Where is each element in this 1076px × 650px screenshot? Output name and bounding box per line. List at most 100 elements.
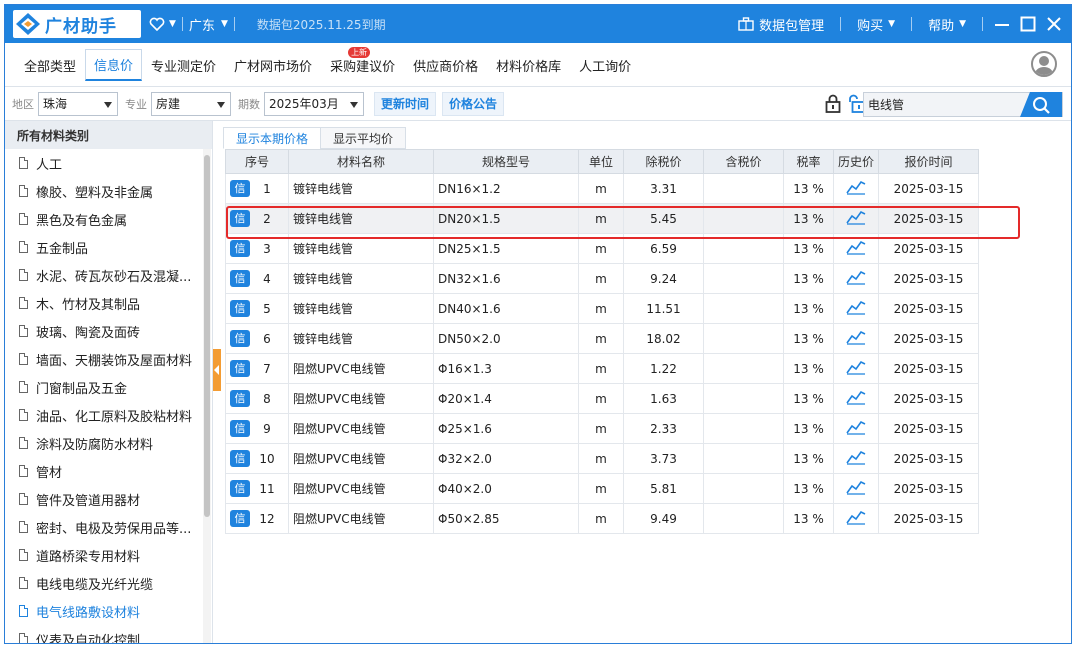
table-row[interactable]: 信 1 镀锌电线管 DN16×1.2 m 3.31 13 % 2025-03-15	[225, 173, 979, 204]
sidebar-item-category[interactable]: 道路桥梁专用材料	[5, 541, 201, 569]
buy-menu[interactable]: 购买 ▼	[847, 15, 905, 34]
row-number: 7	[263, 361, 271, 376]
sidebar-item-category[interactable]: 仪表及自动化控制	[5, 625, 201, 643]
history-price-cell[interactable]	[833, 383, 879, 414]
user-avatar[interactable]	[1031, 51, 1057, 77]
table-row[interactable]: 信 7 阻燃UPVC电线管 Φ16×1.3 m 1.22 13 % 2025-03-15	[225, 353, 979, 384]
sidebar-item-category[interactable]: 黑色及有色金属	[5, 205, 201, 233]
search-input[interactable]: 电线管	[863, 92, 1063, 117]
table-row[interactable]: 信 3 镀锌电线管 DN25×1.5 m 6.59 13 % 2025-03-15	[225, 233, 979, 264]
document-icon	[19, 605, 28, 617]
sidebar-collapse-handle[interactable]	[213, 349, 221, 391]
tab-market-price[interactable]: 广材网市场价	[225, 49, 321, 81]
line-chart-icon[interactable]	[846, 479, 866, 495]
sidebar-item-category[interactable]: 木、竹材及其制品	[5, 289, 201, 317]
tab-material-price-library[interactable]: 材料价格库	[487, 49, 570, 81]
sidebar-item-category[interactable]: 玻璃、陶瓷及面砖	[5, 317, 201, 345]
major-select[interactable]: 房建	[151, 91, 231, 116]
line-chart-icon[interactable]	[846, 389, 866, 405]
maximize-button[interactable]	[1015, 5, 1041, 43]
history-price-cell[interactable]	[833, 203, 879, 234]
column-header[interactable]: 单位	[578, 149, 624, 174]
table-row[interactable]: 信 8 阻燃UPVC电线管 Φ20×1.4 m 1.63 13 % 2025-03-15	[225, 383, 979, 414]
column-header[interactable]: 含税价	[703, 149, 784, 174]
vip-dropdown[interactable]: ▼	[149, 17, 176, 31]
column-header[interactable]: 序号	[225, 149, 289, 174]
tab-all-types[interactable]: 全部类型	[15, 49, 85, 81]
history-price-cell[interactable]	[833, 173, 879, 204]
table-row[interactable]: 信 6 镀锌电线管 DN50×2.0 m 18.02 13 % 2025-03-15	[225, 323, 979, 354]
line-chart-icon[interactable]	[846, 299, 866, 315]
line-chart-icon[interactable]	[846, 179, 866, 195]
lock-icon[interactable]	[825, 94, 841, 113]
tab-purchase-suggest-price[interactable]: 采购建议价 上新	[321, 47, 404, 81]
tab-average-price[interactable]: 显示平均价	[320, 127, 407, 149]
search-button[interactable]	[1020, 92, 1062, 117]
sidebar-scroll-thumb[interactable]	[204, 155, 210, 517]
column-header[interactable]: 税率	[783, 149, 834, 174]
table-row[interactable]: 信 11 阻燃UPVC电线管 Φ40×2.0 m 5.81 13 % 2025-03-15	[225, 473, 979, 504]
tab-labor-inquiry[interactable]: 人工询价	[570, 49, 640, 81]
sidebar-item-category[interactable]: 油品、化工原料及胶粘材料	[5, 401, 201, 429]
spec-cell: DN16×1.2	[433, 173, 579, 204]
tax-rate-cell: 13 %	[783, 323, 834, 354]
period-select[interactable]: 2025年03月	[264, 91, 364, 116]
help-menu[interactable]: 帮助 ▼	[918, 15, 976, 34]
history-price-cell[interactable]	[833, 443, 879, 474]
history-price-cell[interactable]	[833, 263, 879, 294]
sidebar-item-category[interactable]: 墙面、天棚装饰及屋面材料	[5, 345, 201, 373]
history-price-cell[interactable]	[833, 293, 879, 324]
history-price-cell[interactable]	[833, 233, 879, 264]
column-header[interactable]: 历史价	[833, 149, 879, 174]
sidebar-item-category[interactable]: 水泥、砖瓦灰砂石及混凝...	[5, 261, 201, 289]
line-chart-icon[interactable]	[846, 419, 866, 435]
line-chart-icon[interactable]	[846, 449, 866, 465]
minimize-button[interactable]	[989, 5, 1015, 43]
region-select[interactable]: 珠海	[38, 91, 118, 116]
column-header[interactable]: 除税价	[623, 149, 704, 174]
history-price-cell[interactable]	[833, 323, 879, 354]
sidebar-item-category[interactable]: 密封、电极及劳保用品等...	[5, 513, 201, 541]
data-pack-manage-button[interactable]: 数据包管理	[728, 15, 834, 34]
history-price-cell[interactable]	[833, 473, 879, 504]
line-chart-icon[interactable]	[846, 509, 866, 525]
document-icon	[19, 409, 28, 421]
table-row[interactable]: 信 12 阻燃UPVC电线管 Φ50×2.85 m 9.49 13 % 2025-03-15	[225, 503, 979, 534]
sidebar-item-category[interactable]: 橡胶、塑料及非金属	[5, 177, 201, 205]
seq-cell: 信9	[225, 413, 289, 444]
table-row[interactable]: 信 4 镀锌电线管 DN32×1.6 m 9.24 13 % 2025-03-15	[225, 263, 979, 294]
history-price-cell[interactable]	[833, 503, 879, 534]
sidebar-item-category[interactable]: 管件及管道用器材	[5, 485, 201, 513]
sidebar-item-category[interactable]: 管材	[5, 457, 201, 485]
column-header[interactable]: 报价时间	[878, 149, 979, 174]
sidebar-item-category[interactable]: 电线电缆及光纤光缆	[5, 569, 201, 597]
history-price-cell[interactable]	[833, 413, 879, 444]
line-chart-icon[interactable]	[846, 329, 866, 345]
tab-professional-price[interactable]: 专业测定价	[142, 49, 225, 81]
update-time-button[interactable]: 更新时间	[374, 91, 437, 116]
column-header[interactable]: 规格型号	[433, 149, 579, 174]
sidebar-item-category[interactable]: 人工	[5, 149, 201, 177]
close-button[interactable]	[1041, 5, 1067, 43]
sidebar-item-category[interactable]: 电气线路敷设材料	[5, 597, 201, 625]
tab-current-price[interactable]: 显示本期价格	[223, 127, 322, 149]
region-dropdown[interactable]: 广东 ▼	[189, 15, 228, 34]
sidebar-item-category[interactable]: 门窗制品及五金	[5, 373, 201, 401]
table-body: 信 1 镀锌电线管 DN16×1.2 m 3.31 13 % 2025-03-15 信 2 镀锌电线…	[225, 173, 979, 534]
line-chart-icon[interactable]	[846, 269, 866, 285]
line-chart-icon[interactable]	[846, 239, 866, 255]
line-chart-icon[interactable]	[846, 359, 866, 375]
sidebar-item-category[interactable]: 五金制品	[5, 233, 201, 261]
sidebar-item-category[interactable]: 涂料及防腐防水材料	[5, 429, 201, 457]
table-row[interactable]: 信 2 镀锌电线管 DN20×1.5 m 5.45 13 % 2025-03-15	[225, 203, 979, 234]
seq-cell: 信4	[225, 263, 289, 294]
line-chart-icon[interactable]	[846, 209, 866, 225]
table-row[interactable]: 信 10 阻燃UPVC电线管 Φ32×2.0 m 3.73 13 % 2025-03-15	[225, 443, 979, 474]
tab-info-price[interactable]: 信息价	[85, 49, 143, 81]
table-row[interactable]: 信 9 阻燃UPVC电线管 Φ25×1.6 m 2.33 13 % 2025-03-15	[225, 413, 979, 444]
table-row[interactable]: 信 5 镀锌电线管 DN40×1.6 m 11.51 13 % 2025-03-15	[225, 293, 979, 324]
tab-supplier-price[interactable]: 供应商价格	[404, 49, 487, 81]
column-header[interactable]: 材料名称	[288, 149, 434, 174]
history-price-cell[interactable]	[833, 353, 879, 384]
price-notice-button[interactable]: 价格公告	[442, 91, 505, 116]
